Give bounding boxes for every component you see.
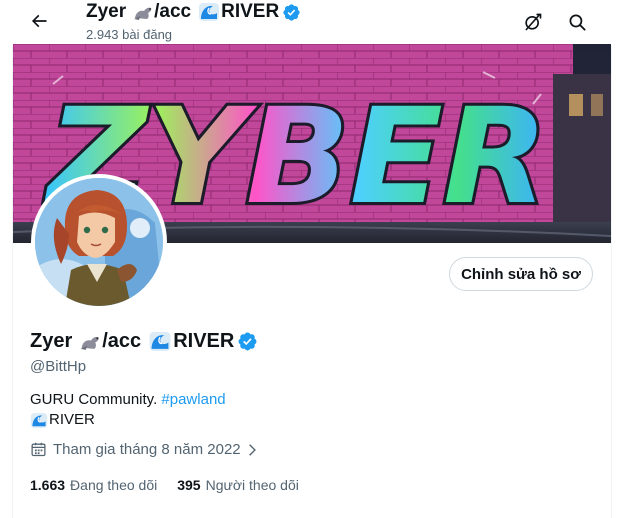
bio-line-1: GURU Community. #pawland — [30, 390, 226, 410]
following-link[interactable]: 1.663 Đang theo dõi — [30, 477, 157, 493]
wave-emoji-icon — [149, 332, 171, 351]
profile-display-name: Zyer /acc RIVER — [30, 330, 258, 353]
header-name-middle: /acc — [154, 1, 192, 22]
profile-name-middle: /acc — [102, 330, 142, 352]
post-count: 2.943 bài đăng — [86, 27, 173, 42]
profile-name-suffix: RIVER — [173, 330, 235, 352]
back-arrow-icon — [31, 14, 47, 28]
follow-stats: 1.663 Đang theo dõi 395 Người theo dõi — [30, 477, 299, 493]
verified-badge-icon — [283, 3, 300, 21]
search-button[interactable] — [561, 6, 593, 38]
header-name-suffix: RIVER — [221, 1, 280, 22]
seal-emoji-icon — [134, 7, 152, 20]
chevron-right-icon — [248, 443, 256, 456]
following-count: 1.663 — [30, 477, 66, 493]
profile-name-prefix: Zyer — [30, 330, 73, 352]
back-button[interactable] — [22, 4, 56, 38]
search-icon — [569, 14, 586, 31]
followers-label: Người theo dõi — [205, 477, 299, 493]
right-border — [611, 0, 612, 518]
bio-hashtag-link[interactable]: #pawland — [161, 391, 225, 408]
profile-bio: GURU Community. #pawland RIVER — [30, 390, 226, 430]
grok-button[interactable] — [517, 6, 549, 38]
followers-link[interactable]: 395 Người theo dõi — [177, 477, 299, 493]
wave-emoji-icon — [199, 3, 220, 21]
profile-header: Zyer /acc RIVER 2.943 bài đăng — [0, 0, 618, 46]
wave-emoji-icon — [30, 412, 48, 428]
joined-date-text: Tham gia tháng 8 năm 2022 — [53, 441, 241, 458]
header-display-name: Zyer /acc RIVER — [86, 1, 301, 23]
avatar-image — [35, 178, 163, 306]
profile-handle: @BittHp — [30, 358, 87, 375]
seal-emoji-icon — [80, 336, 99, 350]
verified-badge-icon[interactable] — [237, 331, 258, 352]
bio-line-2: RIVER — [30, 410, 226, 430]
grok-icon — [525, 13, 542, 31]
edit-profile-button[interactable]: Chỉnh sửa hồ sơ — [449, 257, 593, 291]
calendar-icon — [31, 442, 46, 457]
followers-count: 395 — [177, 477, 201, 493]
following-label: Đang theo dõi — [70, 477, 158, 493]
avatar[interactable] — [31, 174, 167, 310]
joined-date-row[interactable]: Tham gia tháng 8 năm 2022 — [30, 441, 259, 458]
bio-line-2-text: RIVER — [49, 411, 95, 428]
header-name-prefix: Zyer — [86, 1, 127, 22]
bio-text: GURU Community. — [30, 391, 162, 408]
